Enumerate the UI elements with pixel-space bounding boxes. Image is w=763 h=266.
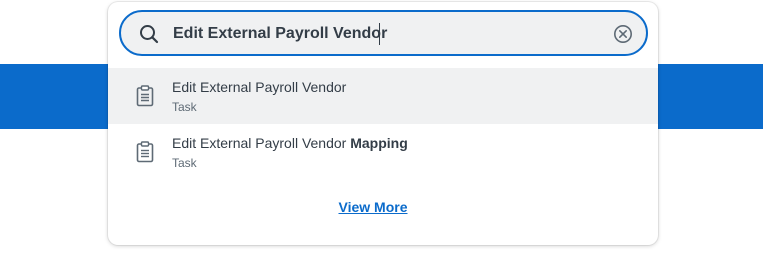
search-input[interactable] — [173, 22, 603, 46]
search-result-item[interactable]: Edit External Payroll Vendor Mapping Tas… — [108, 124, 658, 180]
clipboard-icon — [136, 85, 154, 107]
search-result-item[interactable]: Edit External Payroll Vendor Task — [108, 68, 658, 124]
result-title-text: Edit External Payroll Vendor — [172, 135, 351, 151]
search-icon — [140, 25, 159, 44]
result-title-highlight: Mapping — [350, 135, 408, 151]
page: Edit External Payroll Vendor Task Edit E… — [0, 0, 763, 266]
result-title: Edit External Payroll Vendor — [172, 79, 346, 95]
clipboard-icon — [136, 141, 154, 163]
search-dropdown: Edit External Payroll Vendor Task Edit E… — [108, 2, 658, 245]
text-cursor — [379, 23, 380, 45]
result-type: Task — [172, 156, 197, 170]
result-title: Edit External Payroll Vendor Mapping — [172, 135, 408, 151]
view-more-link[interactable]: View More — [108, 199, 638, 215]
search-box[interactable] — [119, 10, 648, 56]
clear-circle-icon[interactable] — [613, 24, 633, 44]
result-title-text: Edit External Payroll Vendor — [172, 79, 347, 95]
result-type: Task — [172, 100, 197, 114]
